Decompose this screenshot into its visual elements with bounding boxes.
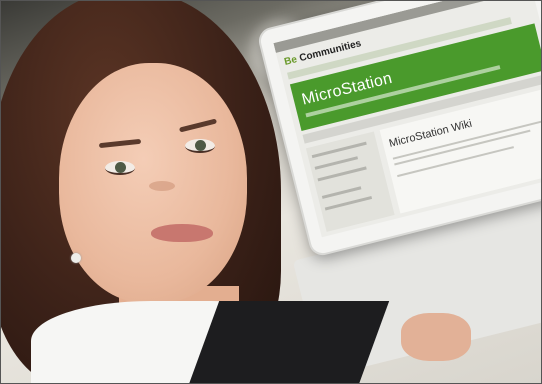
left-eye (105, 161, 135, 175)
laptop-screen: Be Communities MicroStation MicroStation… (273, 1, 541, 238)
site-sidebar (305, 131, 395, 232)
dark-jacket (182, 301, 390, 383)
nose (149, 181, 175, 191)
photo: Be Communities MicroStation MicroStation… (0, 0, 542, 384)
sidebar-line (314, 156, 359, 170)
brand-prefix: Be (283, 54, 299, 68)
sidebar-line (317, 166, 367, 182)
sidebar-line (311, 141, 367, 159)
lips (151, 224, 213, 242)
hand (401, 313, 471, 361)
left-iris (115, 162, 126, 173)
sidebar-line (324, 195, 373, 211)
site-content: MicroStation Wiki (379, 87, 541, 214)
earring (71, 253, 81, 263)
right-iris (195, 140, 206, 151)
content-line (397, 146, 514, 178)
page-heading: MicroStation Wiki (387, 117, 474, 150)
sidebar-line (321, 186, 362, 199)
right-eye (185, 139, 215, 153)
